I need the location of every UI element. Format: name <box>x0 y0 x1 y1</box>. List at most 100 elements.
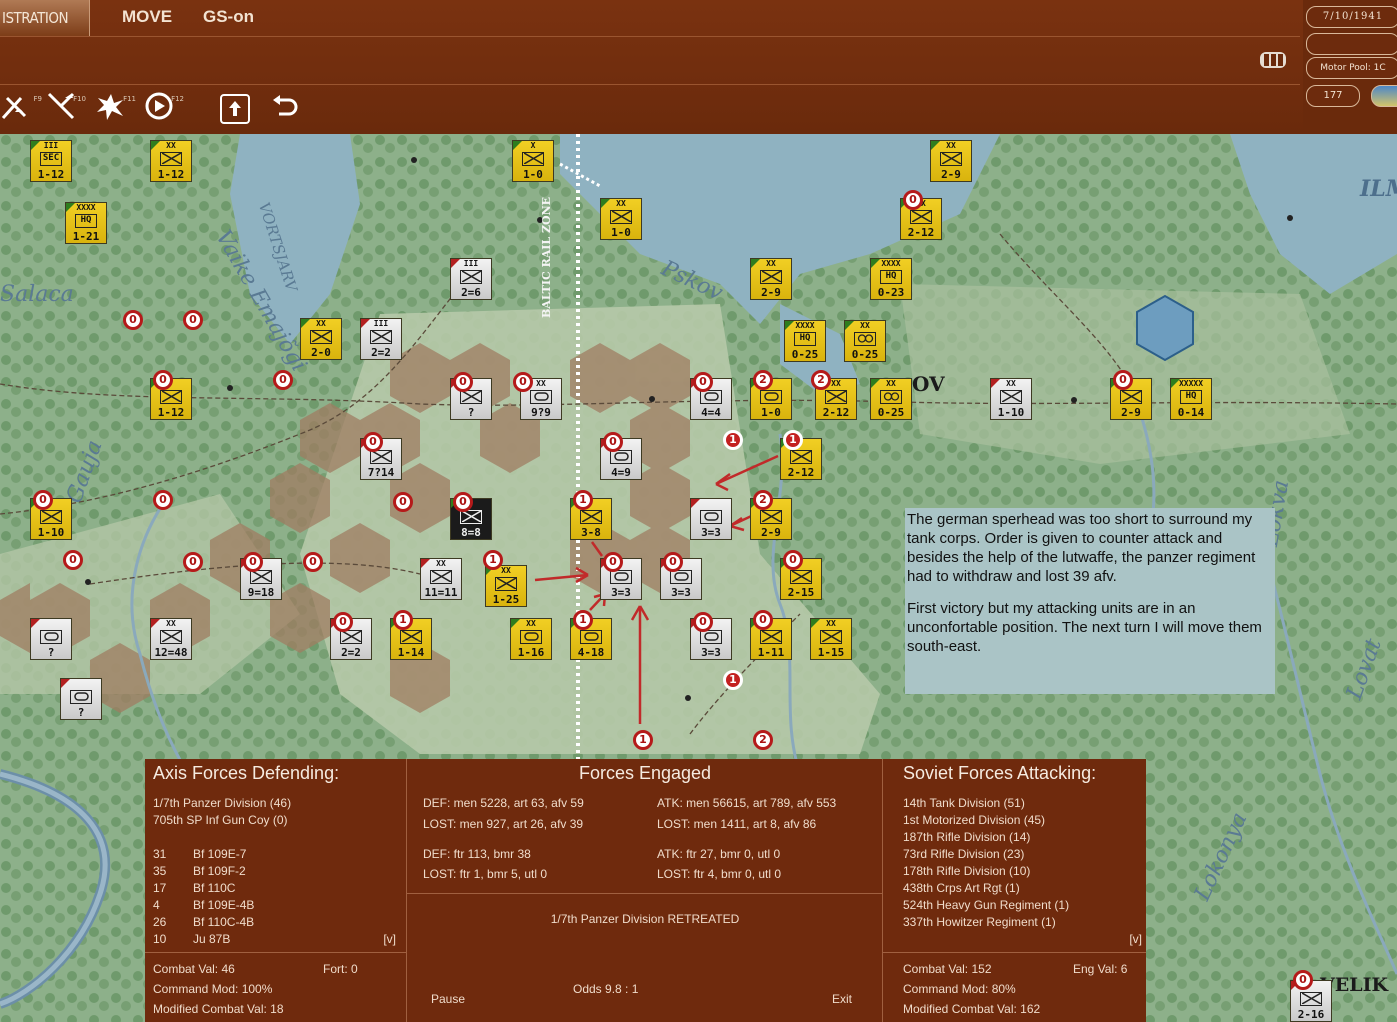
stack-marker[interactable]: 0 <box>1113 370 1133 390</box>
unit-counter[interactable]: XX 1-12 <box>150 140 192 182</box>
stack-marker[interactable]: 0 <box>243 552 263 572</box>
unit-counter[interactable]: XX 0-25 <box>870 378 912 420</box>
stack-marker[interactable]: 1 <box>393 610 413 630</box>
stack-marker[interactable]: 0 <box>183 552 203 572</box>
stack-marker[interactable]: 0 <box>153 370 173 390</box>
stack-marker[interactable]: 0 <box>603 432 623 452</box>
paradrop-icon[interactable]: F9 <box>0 90 42 124</box>
unit-strength: 1-10 <box>37 526 65 539</box>
stack-marker[interactable]: 0 <box>33 490 53 510</box>
stack-marker[interactable]: 1 <box>723 430 743 450</box>
unit-counter[interactable]: ? <box>30 618 72 660</box>
unit-counter[interactable]: XXXX HQ 1-21 <box>65 202 107 244</box>
unit-counter[interactable]: XX 12=48 <box>150 618 192 660</box>
stack-marker[interactable]: 0 <box>333 612 353 632</box>
stack-marker[interactable]: 0 <box>693 612 713 632</box>
air-attack-icon[interactable]: F10 <box>44 90 86 124</box>
stack-marker[interactable]: 2 <box>753 730 773 750</box>
unit-counter[interactable]: III 2=6 <box>450 258 492 300</box>
stack-marker[interactable]: 1 <box>723 670 743 690</box>
soviet-unit[interactable]: 337th Howitzer Regiment (1) <box>903 914 1069 931</box>
stack-marker[interactable]: 1 <box>783 430 803 450</box>
unit-strength: ? <box>77 706 85 719</box>
axis-unit[interactable]: 705th SP Inf Gun Coy (0) <box>153 812 291 829</box>
soviet-unit[interactable]: 178th Rifle Division (10) <box>903 863 1069 880</box>
unit-counter[interactable]: XX 1-10 <box>990 378 1032 420</box>
axis-air-row: 4 Bf 109E-4B <box>153 897 403 914</box>
odds-display: Odds 9.8 : 1 <box>573 982 639 996</box>
soviet-unit[interactable]: 187th Rifle Division (14) <box>903 829 1069 846</box>
unit-counter[interactable]: XX 2-0 <box>300 318 342 360</box>
soviet-eng-val: Eng Val: 6 <box>1073 962 1128 976</box>
stack-marker[interactable]: 0 <box>393 492 413 512</box>
pause-button[interactable]: Pause <box>431 991 465 1008</box>
stack-marker[interactable]: 2 <box>811 370 831 390</box>
unit-counter[interactable]: X 1-0 <box>512 140 554 182</box>
stack-marker[interactable]: 0 <box>183 310 203 330</box>
unit-counter[interactable]: XXXX HQ 0-23 <box>870 258 912 300</box>
axis-expand-toggle[interactable]: [v] <box>383 931 396 948</box>
stack-marker[interactable]: 1 <box>573 490 593 510</box>
axis-unit[interactable]: 1/7th Panzer Division (46) <box>153 795 291 812</box>
exit-button[interactable]: Exit <box>832 991 852 1008</box>
menu-gs-toggle[interactable]: GS-on <box>203 7 254 27</box>
stack-marker[interactable]: 0 <box>303 552 323 572</box>
stack-marker[interactable]: 2 <box>753 370 773 390</box>
unit-counter[interactable]: ? <box>60 678 102 720</box>
stack-marker[interactable]: 0 <box>753 610 773 630</box>
infantry-icon <box>310 330 332 344</box>
stack-marker[interactable]: 0 <box>783 550 803 570</box>
menu-move[interactable]: MOVE <box>122 7 172 27</box>
stack-marker[interactable]: 0 <box>1293 970 1313 990</box>
unit-size: XX <box>166 141 176 150</box>
stack-marker[interactable]: 0 <box>663 552 683 572</box>
armor-icon <box>530 390 552 404</box>
stack-marker[interactable]: 0 <box>693 372 713 392</box>
undo-icon[interactable] <box>268 90 302 124</box>
air-type: Bf 109E-7 <box>193 847 247 861</box>
stack-marker[interactable]: 2 <box>753 490 773 510</box>
unit-counter[interactable]: XX 11=11 <box>420 558 462 600</box>
unit-counter[interactable]: XX 1-0 <box>600 198 642 240</box>
unit-strength: 3-8 <box>581 526 601 539</box>
soviet-unit[interactable]: 1st Motorized Division (45) <box>903 812 1069 829</box>
stack-marker[interactable]: 0 <box>273 370 293 390</box>
unit-counter[interactable]: XX 2-9 <box>750 258 792 300</box>
unit-strength: 1-12 <box>157 168 185 181</box>
stack-marker[interactable]: 1 <box>633 730 653 750</box>
stack-marker[interactable]: 0 <box>513 372 533 392</box>
unit-counter[interactable]: XX 0-25 <box>844 320 886 362</box>
label-baltic-rail-zone: BALTIC RAIL ZONE <box>540 196 553 318</box>
stack-marker[interactable]: 0 <box>123 310 143 330</box>
soviet-unit[interactable]: 524th Heavy Gun Regiment (1) <box>903 897 1069 914</box>
bombard-icon[interactable]: F11 <box>94 90 136 124</box>
unit-counter[interactable]: XXXX HQ 0-25 <box>784 320 826 362</box>
stack-marker[interactable]: 0 <box>603 552 623 572</box>
soviet-unit[interactable]: 14th Tank Division (51) <box>903 795 1069 812</box>
stack-marker[interactable]: 0 <box>363 432 383 452</box>
air-mission-icon[interactable]: F12 <box>142 90 184 124</box>
stack-marker[interactable]: 0 <box>63 550 83 570</box>
stack-marker[interactable]: 0 <box>453 492 473 512</box>
soviet-unit[interactable]: 438th Crps Art Rgt (1) <box>903 880 1069 897</box>
soviet-unit[interactable]: 73rd Rifle Division (23) <box>903 846 1069 863</box>
unit-counter[interactable]: XX 2-9 <box>930 140 972 182</box>
soviet-expand-toggle[interactable]: [v] <box>1129 931 1142 948</box>
unit-counter[interactable]: 3=3 <box>690 498 732 540</box>
unit-counter[interactable]: III 2=2 <box>360 318 402 360</box>
unit-counter[interactable]: XX 1-15 <box>810 618 852 660</box>
upload-button[interactable] <box>220 94 250 124</box>
stack-marker[interactable]: 1 <box>483 550 503 570</box>
axis-title: Axis Forces Defending: <box>153 763 340 783</box>
tab-administration[interactable]: ISTRATION <box>0 0 90 36</box>
unit-counter[interactable]: XX 1-16 <box>510 618 552 660</box>
stack-marker[interactable]: 0 <box>903 190 923 210</box>
unit-counter[interactable]: XXXXX HQ 0-14 <box>1170 378 1212 420</box>
stack-marker[interactable]: 0 <box>153 490 173 510</box>
unit-counter[interactable]: III SEC 1-12 <box>30 140 72 182</box>
air-count: 10 <box>153 932 167 946</box>
unit-counter[interactable]: XX 1-25 <box>485 565 527 607</box>
stack-marker[interactable]: 0 <box>453 372 473 392</box>
supply-icon[interactable] <box>1258 48 1288 72</box>
stack-marker[interactable]: 1 <box>573 610 593 630</box>
